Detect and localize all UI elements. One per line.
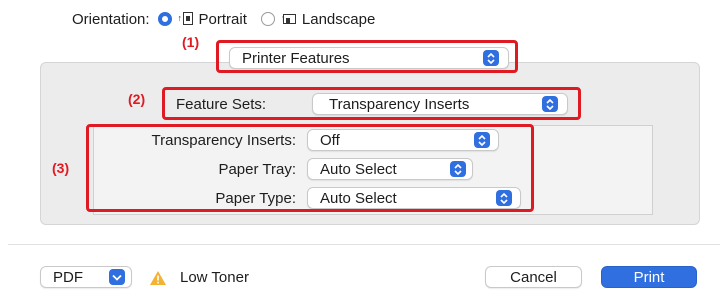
- portrait-radio[interactable]: [157, 12, 172, 26]
- low-toner-status: Low Toner: [180, 269, 249, 286]
- highlight-box-2: [162, 87, 581, 120]
- pdf-menu-button[interactable]: PDF: [40, 266, 132, 288]
- highlight-box-3: [86, 124, 534, 212]
- callout-3: (3): [52, 160, 70, 176]
- chevron-down-icon: [109, 269, 125, 285]
- portrait-page-icon: ↑: [178, 12, 193, 26]
- pdf-label: PDF: [53, 268, 83, 286]
- footer-divider: [8, 244, 720, 245]
- highlight-box-1: [216, 40, 518, 73]
- orientation-row: Orientation: ↑ Portrait ↑ Landscape: [72, 8, 375, 30]
- landscape-page-icon: ↑: [281, 12, 296, 26]
- callout-2: (2): [128, 91, 146, 107]
- warning-triangle-icon: [149, 270, 167, 286]
- landscape-label[interactable]: Landscape: [302, 11, 375, 28]
- print-button[interactable]: Print: [601, 266, 697, 288]
- callout-1: (1): [182, 34, 200, 50]
- portrait-label[interactable]: Portrait: [199, 11, 247, 28]
- cancel-button[interactable]: Cancel: [485, 266, 582, 288]
- landscape-radio[interactable]: [260, 12, 275, 26]
- orientation-label: Orientation:: [72, 10, 150, 28]
